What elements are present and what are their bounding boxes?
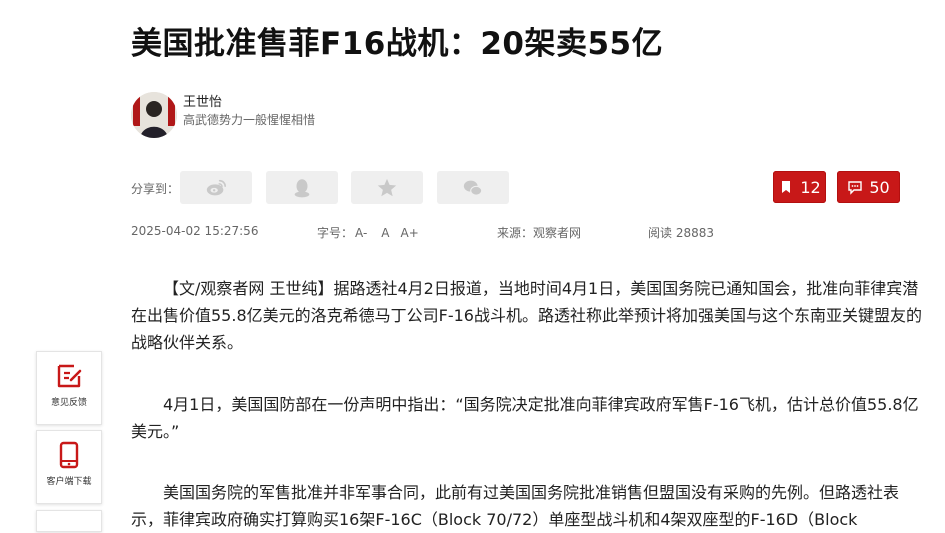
article-paragraph-1: 【文/观察者网 王世纯】据路透社4月2日报道，当地时间4月1日，美国国务院已通知… bbox=[131, 279, 922, 352]
qzone-star-icon bbox=[377, 178, 397, 196]
font-size-controls: 字号： A- A A+ bbox=[317, 224, 419, 241]
comment-count-button[interactable]: 50 bbox=[837, 171, 900, 203]
qq-icon bbox=[294, 178, 310, 197]
font-normal-button[interactable]: A bbox=[381, 226, 389, 240]
app-download-label: 客户端下载 bbox=[46, 477, 92, 487]
comment-count: 50 bbox=[869, 177, 890, 197]
feedback-button[interactable]: 意见反馈 bbox=[36, 351, 102, 425]
article-title: 美国批准售菲F16战机：20架卖55亿 bbox=[131, 26, 664, 62]
feedback-label: 意见反馈 bbox=[50, 398, 87, 408]
share-qzone-button[interactable] bbox=[351, 171, 423, 204]
author-name[interactable]: 王世怡 bbox=[183, 91, 222, 110]
font-size-label: 字号： bbox=[317, 226, 354, 240]
app-download-button[interactable]: 客户端下载 bbox=[36, 430, 102, 504]
mobile-phone-icon bbox=[59, 441, 79, 469]
float-tool-next[interactable] bbox=[36, 510, 102, 532]
bookmark-icon bbox=[782, 181, 791, 193]
comment-icon bbox=[848, 181, 863, 195]
view-count: 阅读 28883 bbox=[648, 226, 714, 240]
share-label: 分享到： bbox=[131, 182, 180, 196]
feedback-edit-icon bbox=[57, 364, 82, 388]
article-paragraph-2: 4月1日，美国国防部在一份声明中指出：“国务院决定批准向菲律宾政府军售F-16飞… bbox=[131, 395, 919, 441]
share-wechat-button[interactable] bbox=[437, 171, 509, 204]
bookmark-count: 12 bbox=[800, 177, 821, 197]
weibo-icon bbox=[206, 179, 226, 195]
font-larger-button[interactable]: A+ bbox=[401, 226, 419, 240]
article-paragraph-3: 美国国务院的军售批准并非军事合同，此前有过美国国务院批准销售但盟国没有采购的先例… bbox=[131, 483, 900, 529]
share-weibo-button[interactable] bbox=[180, 171, 252, 204]
article-source: 来源：观察者网 bbox=[497, 226, 582, 240]
bookmark-count-button[interactable]: 12 bbox=[773, 171, 826, 203]
publish-date: 2025-04-02 15:27:56 bbox=[131, 224, 259, 238]
wechat-icon bbox=[463, 180, 483, 196]
share-qq-button[interactable] bbox=[266, 171, 338, 204]
font-smaller-button[interactable]: A- bbox=[355, 226, 367, 240]
author-bio: 高武德势力一般惺惺相惜 bbox=[183, 113, 316, 127]
author-avatar[interactable] bbox=[131, 92, 177, 138]
